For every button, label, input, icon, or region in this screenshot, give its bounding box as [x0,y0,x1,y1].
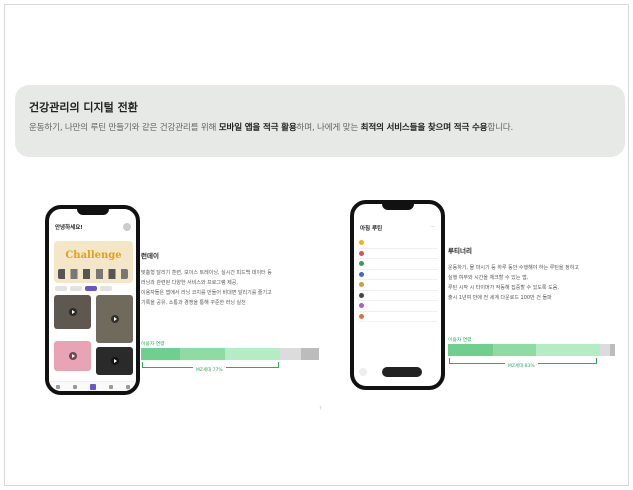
profile-icon [125,384,130,389]
routine-item [359,238,438,249]
routine-icon [359,282,364,288]
routinery-phone-mockup: 아침 루틴 ··· [350,200,445,390]
routine-icon [359,303,364,309]
routine-icon [359,250,364,256]
description-line: 루틴 시작 시 타이머가 작동해 집중할 수 있도록 도움, [448,285,559,291]
routine-icon [359,261,364,267]
banner-desc-part: 합니다. [487,123,514,133]
more-icon: ··· [430,224,435,230]
routine-item [359,291,438,301]
description-line: 실행 여부와 시간을 체크할 수 있는 앱, [448,275,529,281]
feature2-description: 운동하기, 물 마시기 등 하루 동안 수행해야 하는 루틴을 정하고 실행 여… [448,263,579,303]
feature1-age-bar [141,348,319,360]
age-segment [301,348,319,360]
routine-icon [359,240,364,246]
challenge-banner: Challenge [54,241,133,283]
age-segment [224,348,280,360]
start-routine-button [382,367,422,377]
nav-icon [72,384,77,389]
feature2-age-bar [448,344,615,356]
add-button [359,368,367,376]
feature2-bar-label: 이용자 연령 [448,338,472,343]
age-segment [536,344,600,356]
routine-title: 아침 루틴 [360,226,383,232]
phone-notch [77,209,109,215]
video-thumbnail [54,341,91,371]
video-thumbnail [96,347,133,375]
feature1-mz-label: MZ세대 77% [193,367,226,373]
add-icon [89,383,96,390]
routine-icon [359,313,364,319]
feature2-title: 루티너리 [448,247,472,255]
play-icon [110,315,119,323]
routine-icon [359,292,364,298]
feature1-title: 런데이 [141,252,159,260]
app-tabs [55,286,112,291]
app-tab [70,286,82,291]
app-tab [55,286,67,291]
routine-list [359,238,438,322]
routine-item [359,312,438,322]
age-segment [279,348,302,360]
app-tab-active [85,286,97,291]
page-marker: ? [319,406,322,412]
play-icon [110,357,119,365]
home-icon [55,384,60,389]
video-thumbnail [54,295,91,329]
feature1-bar-label: 이용자 연령 [141,342,165,347]
routine-item [359,259,438,270]
routine-item [359,280,438,291]
description-line: 이용자들은 앱에서 러닝 코치를 만들어 비대면 달리기를 즐기고 [141,290,272,296]
challenge-title: Challenge [65,250,122,261]
age-segment [599,344,610,356]
description-line: 운동하기, 물 마시기 등 하루 동안 수행해야 하는 루틴을 정하고 [448,265,579,271]
banner-title: 건강관리의 디지털 전환 [29,101,138,114]
description-line: 맞춤형 달리기 훈련, 보이스 트레이닝, 실시간 피드백 데이터 등 [141,270,272,276]
banner-desc-part: 하며, 나에게 맞는 [296,123,361,133]
banner-desc-part: 운동하기, 나만의 루틴 만들기와 같은 건강관리를 위해 [29,123,219,133]
description-line: 출시 1년여 만에 전 세계 다운로드 100만 건 돌파 [448,295,552,301]
phone-notch [382,204,414,210]
routine-item [359,301,438,312]
video-thumbnail [96,295,133,343]
description-line: 기록을 공유, 소통과 경쟁을 통해 꾸준한 러닝 실천 [141,300,246,306]
play-icon [68,308,77,316]
routine-icon [359,271,364,277]
nav-icon [108,384,113,389]
runners-illustration [58,269,128,279]
banner-description: 운동하기, 나만의 루틴 만들기와 같은 건강관리를 위해 모바일 앱을 적극 … [29,121,611,133]
play-icon [68,352,77,360]
age-segment [448,344,494,356]
summary-banner: 건강관리의 디지털 전환 운동하기, 나만의 루틴 만들기와 같은 건강관리를 … [15,85,625,157]
banner-desc-highlight: 최적의 서비스들을 찾으며 적극 수용 [360,123,488,133]
runday-phone-mockup: 안녕하세요! Challenge [45,205,140,395]
routine-item [359,270,438,280]
routine-item [359,249,438,259]
age-segment [493,344,537,356]
age-segment [141,348,181,360]
banner-desc-highlight: 모바일 앱을 적극 활용 [218,123,297,133]
app-greeting: 안녕하세요! [55,225,83,231]
avatar [123,223,131,231]
description-line: 러닝과 관련된 다양한 서비스와 프로그램 제공, [141,280,238,286]
app-tab [100,286,112,291]
slide: 건강관리의 디지털 전환 운동하기, 나만의 루틴 만들기와 같은 건강관리를 … [4,4,629,486]
app-bottom-nav [49,381,136,391]
feature2-mz-label: MZ세대 83% [505,363,538,369]
age-segment [180,348,225,360]
age-segment [609,344,615,356]
feature1-description: 맞춤형 달리기 훈련, 보이스 트레이닝, 실시간 피드백 데이터 등 러닝과 … [141,268,272,308]
